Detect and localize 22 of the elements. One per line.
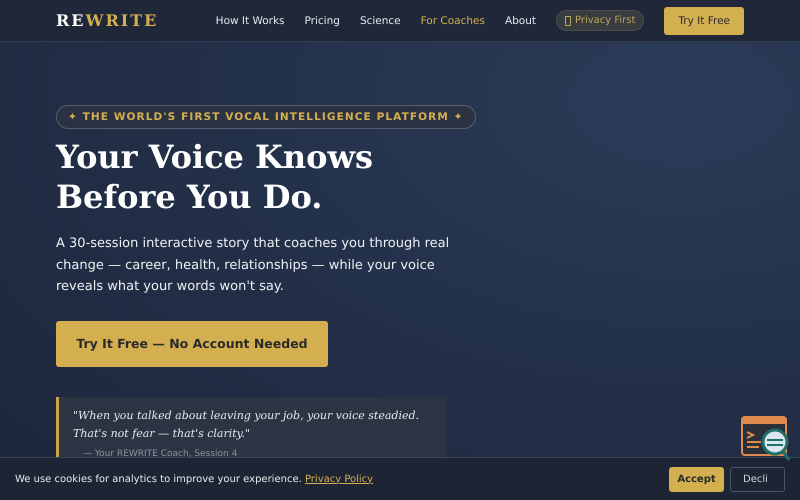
eyebrow-badge: ✦ THE WORLD'S FIRST VOCAL INTELLIGENCE PLATFORM ✦ [56,105,476,129]
missing-glyph-icon [564,16,571,26]
brand-logo-accent[interactable]: WRITE [86,11,158,30]
nav-link[interactable]: How It Works [216,14,285,26]
nav-link[interactable]: For Coaches [420,14,485,26]
browser-magnifier-icon[interactable] [741,416,791,464]
privacy-policy-link[interactable]: Privacy Policy [304,474,374,484]
hero-title: Your Voice Knows [56,137,374,177]
quote-attribution: — Your REWRITE Coach, Session 4 [83,448,238,458]
try-free-cta-button[interactable]: Try It Free — No Account Needed [56,320,328,366]
cookie-message: We use cookies for analytics to improve your experience. Privacy Policy [15,474,374,484]
nav-link[interactable]: Pricing [304,14,340,26]
nav-link[interactable]: About [504,14,536,26]
nav-link[interactable]: Science [360,14,401,26]
decline-button[interactable]: Decli [730,466,785,492]
privacy-badge: Privacy First [556,10,644,31]
brand-logo-text[interactable]: RE [56,11,86,30]
hero-title: Before You Do. [56,177,324,217]
hero-description: A 30-session interactive story that coaches you through real change — career, health, relationships — while your voice reveals what your words won't say. [56,235,450,296]
quote-text: "When you talked about leaving your job, your voice steadied. That's not fear — that's clarity." [73,408,420,442]
accept-button[interactable]: Accept [669,466,724,492]
try-free-button[interactable]: Try It Free [664,6,744,34]
